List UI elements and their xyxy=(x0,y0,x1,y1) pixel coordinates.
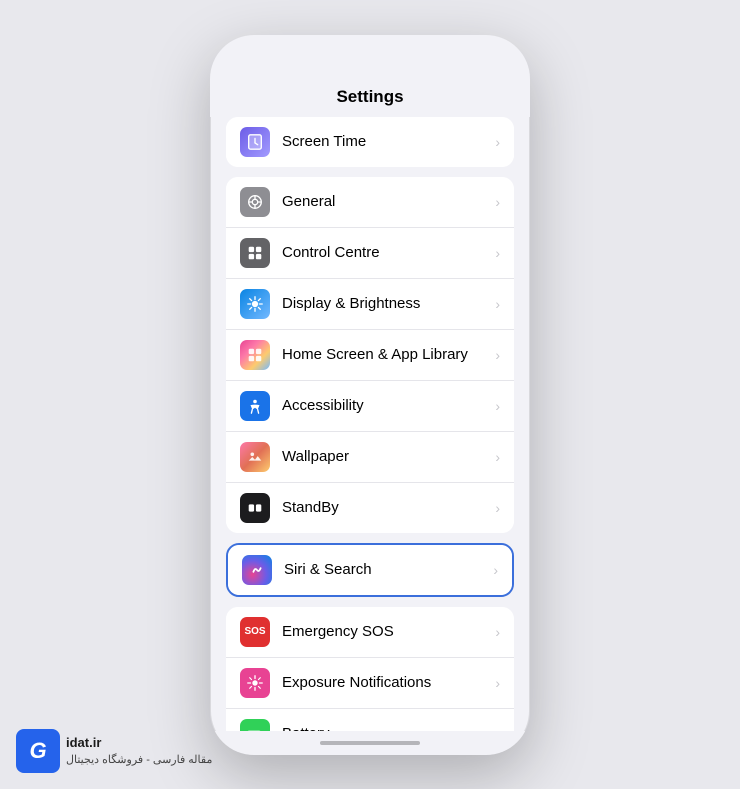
status-bar xyxy=(210,35,530,79)
sos-label: Emergency SOS xyxy=(282,623,491,640)
sos-chevron: › xyxy=(495,624,500,640)
battery-chevron: › xyxy=(495,726,500,731)
screentime-chevron: › xyxy=(495,134,500,150)
siri-chevron: › xyxy=(493,562,498,578)
settings-row-general[interactable]: General › xyxy=(226,177,514,228)
controlcentre-label: Control Centre xyxy=(282,244,491,261)
exposure-chevron: › xyxy=(495,675,500,691)
screentime-icon xyxy=(240,127,270,157)
settings-row-exposure[interactable]: Exposure Notifications › xyxy=(226,658,514,709)
watermark-site: idat.ir xyxy=(66,735,101,750)
siri-icon xyxy=(242,555,272,585)
settings-row-accessibility[interactable]: Accessibility › xyxy=(226,381,514,432)
wallpaper-icon xyxy=(240,442,270,472)
general-chevron: › xyxy=(495,194,500,210)
settings-row-battery[interactable]: Battery › xyxy=(226,709,514,731)
section-display-group: General › Control Centre › xyxy=(226,177,514,533)
homescreen-label: Home Screen & App Library xyxy=(282,346,491,363)
home-indicator xyxy=(320,741,420,745)
accessibility-icon xyxy=(240,391,270,421)
wallpaper-label: Wallpaper xyxy=(282,448,491,465)
settings-row-standby[interactable]: StandBy › xyxy=(226,483,514,533)
bottom-bar xyxy=(210,731,530,755)
sos-icon: SOS xyxy=(240,617,270,647)
scroll-area: Screen Time › General › xyxy=(210,117,530,731)
exposure-icon xyxy=(240,668,270,698)
display-label: Display & Brightness xyxy=(282,295,491,312)
highlighted-row-wrapper: Siri & Search › xyxy=(226,543,514,597)
settings-row-screentime[interactable]: Screen Time › xyxy=(226,117,514,167)
watermark: G idat.ir مقاله فارسی - فروشگاه دیجیتال xyxy=(16,729,212,773)
settings-row-homescreen[interactable]: Home Screen & App Library › xyxy=(226,330,514,381)
settings-row-siri[interactable]: Siri & Search › xyxy=(228,545,512,595)
standby-chevron: › xyxy=(495,500,500,516)
section-siri: Siri & Search › xyxy=(226,543,514,597)
display-icon xyxy=(240,289,270,319)
watermark-text-block: idat.ir مقاله فارسی - فروشگاه دیجیتال xyxy=(66,734,212,768)
general-icon xyxy=(240,187,270,217)
siri-label: Siri & Search xyxy=(284,561,489,578)
settings-row-wallpaper[interactable]: Wallpaper › xyxy=(226,432,514,483)
standby-icon xyxy=(240,493,270,523)
settings-row-controlcentre[interactable]: Control Centre › xyxy=(226,228,514,279)
controlcentre-chevron: › xyxy=(495,245,500,261)
section-safety-group: SOS Emergency SOS › xyxy=(226,607,514,731)
standby-label: StandBy xyxy=(282,499,491,516)
general-label: General xyxy=(282,193,491,210)
display-chevron: › xyxy=(495,296,500,312)
watermark-logo: G xyxy=(16,729,60,773)
phone-frame: Settings Screen Time › xyxy=(210,35,530,755)
controlcentre-icon xyxy=(240,238,270,268)
battery-label: Battery xyxy=(282,725,491,731)
accessibility-chevron: › xyxy=(495,398,500,414)
homescreen-icon xyxy=(240,340,270,370)
homescreen-chevron: › xyxy=(495,347,500,363)
settings-row-sos[interactable]: SOS Emergency SOS › xyxy=(226,607,514,658)
settings-title: Settings xyxy=(210,79,530,117)
settings-row-display[interactable]: Display & Brightness › xyxy=(226,279,514,330)
exposure-label: Exposure Notifications xyxy=(282,674,491,691)
battery-icon xyxy=(240,719,270,731)
wallpaper-chevron: › xyxy=(495,449,500,465)
section-screentime: Screen Time › xyxy=(226,117,514,167)
accessibility-label: Accessibility xyxy=(282,397,491,414)
watermark-tagline: مقاله فارسی - فروشگاه دیجیتال xyxy=(66,754,212,766)
screentime-label: Screen Time xyxy=(282,133,491,150)
